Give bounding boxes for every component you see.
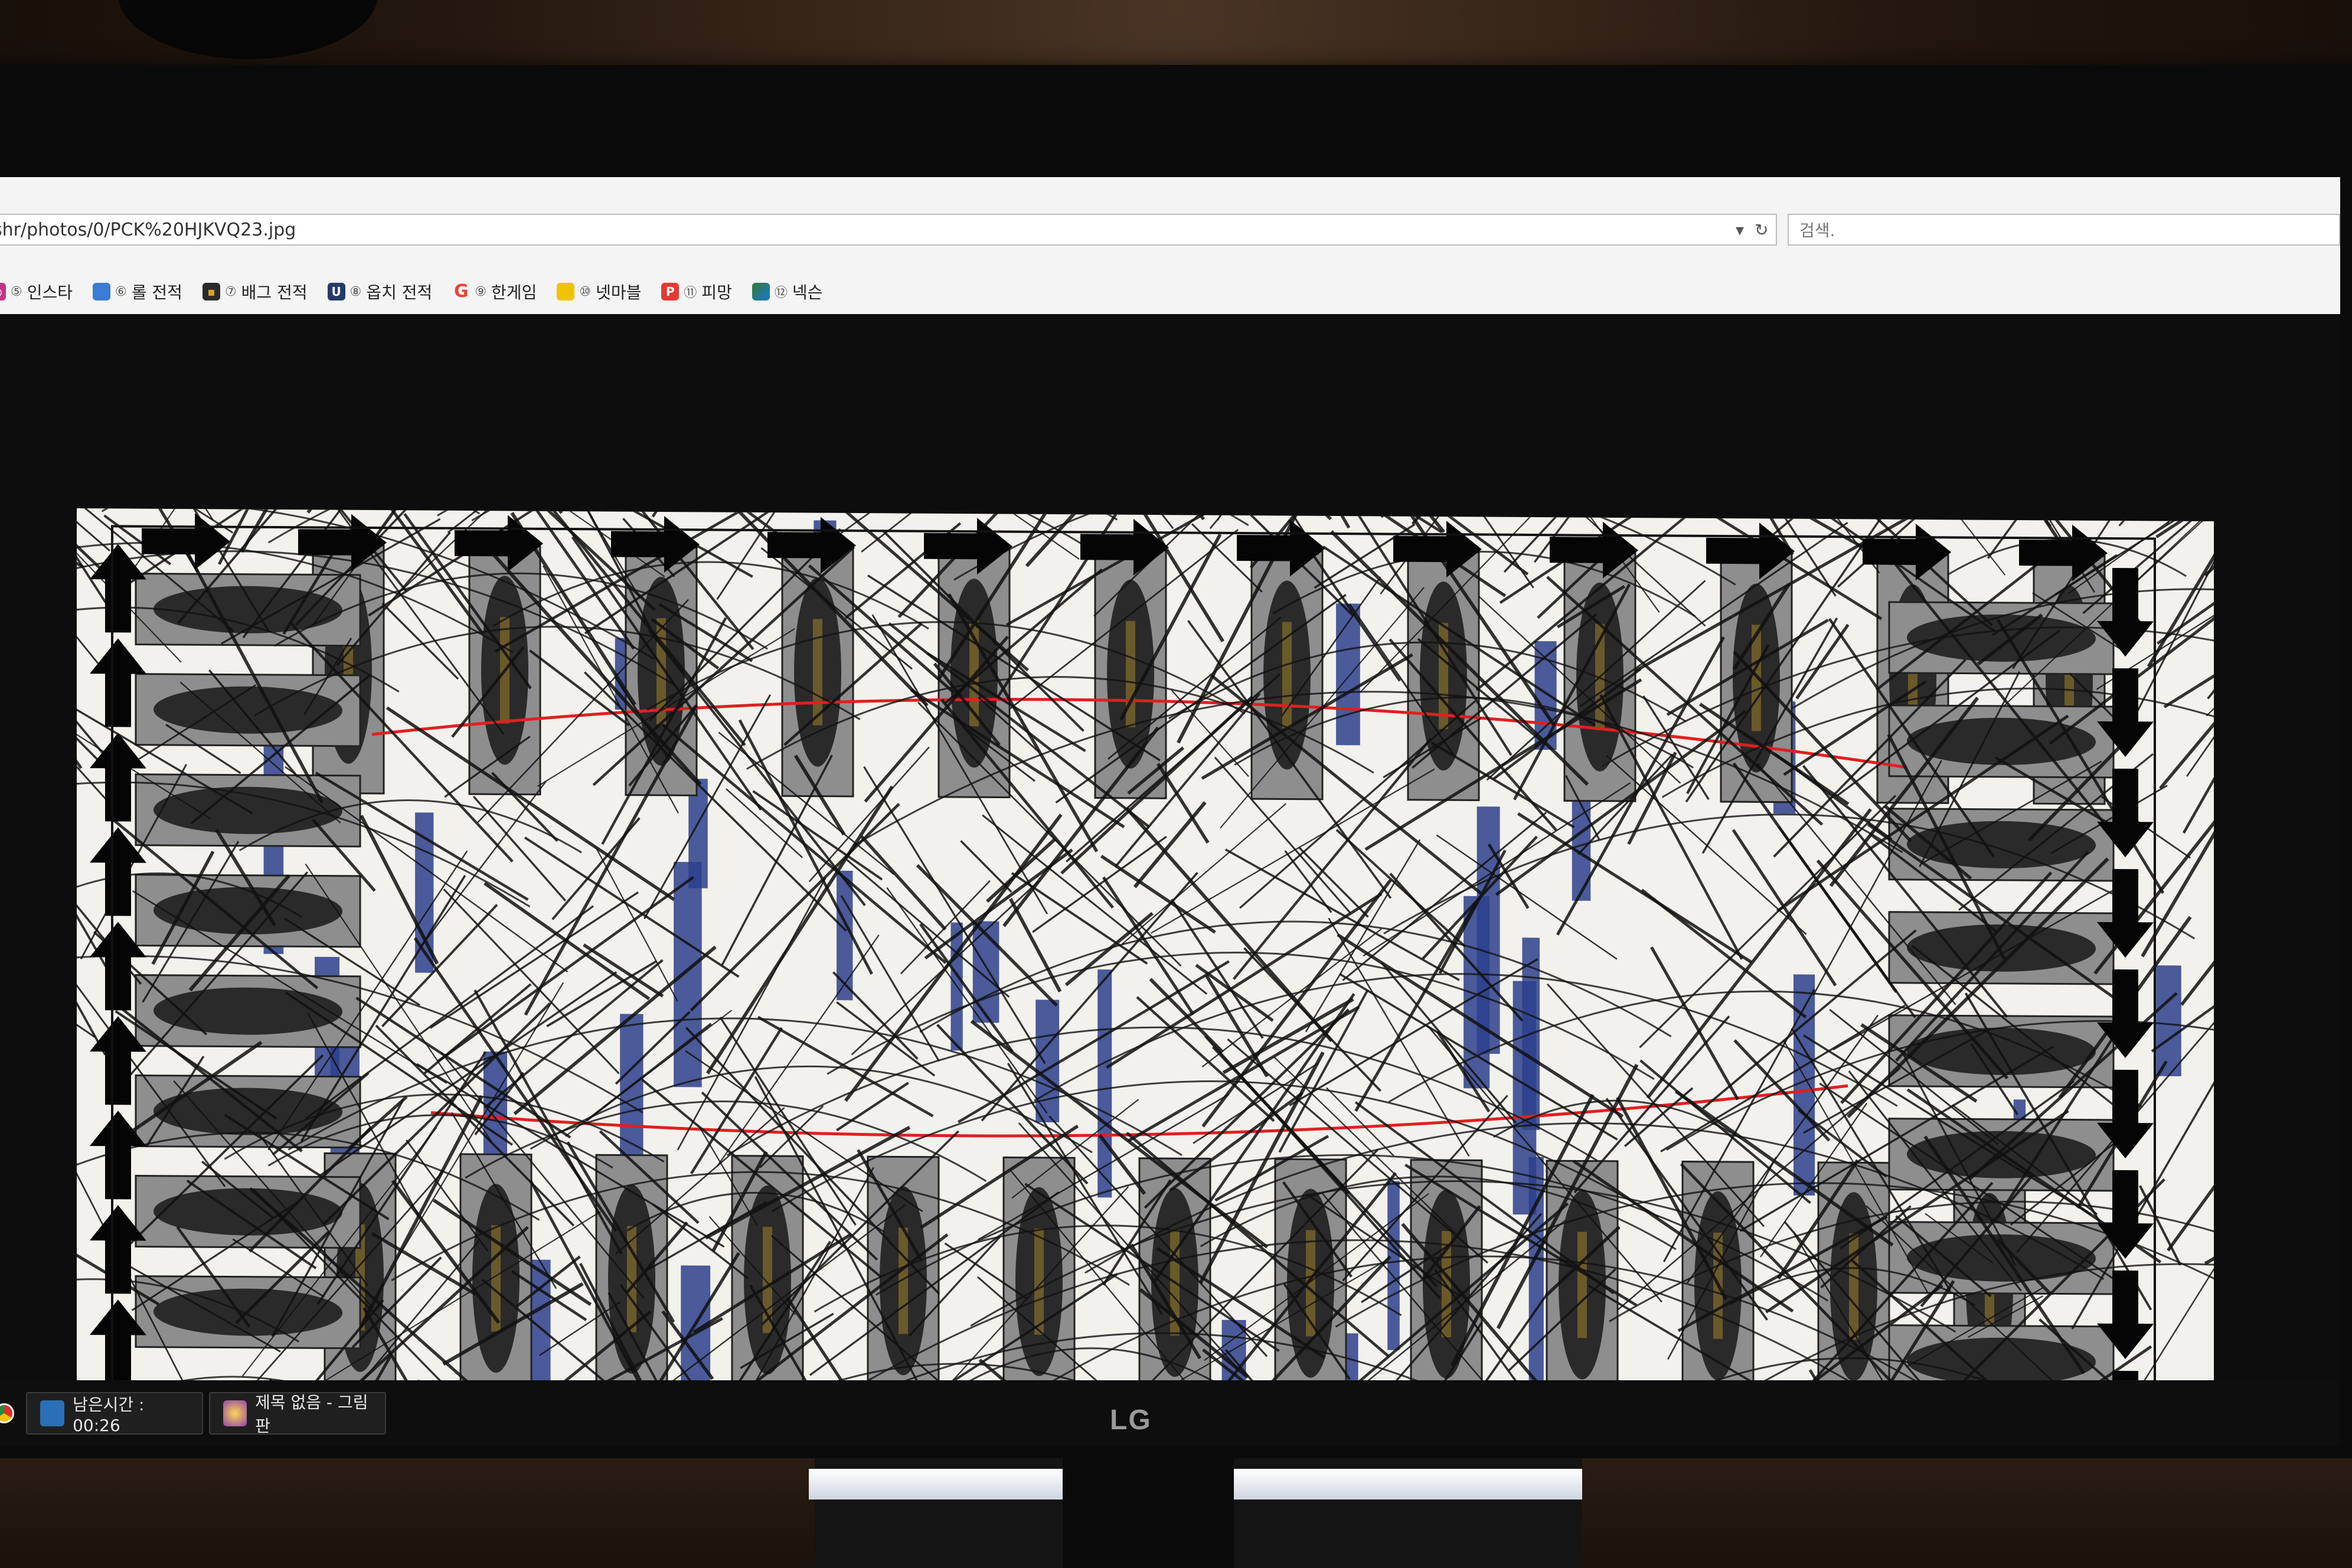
paint-app-icon bbox=[223, 1400, 247, 1426]
instagram-icon: ◎ bbox=[0, 283, 6, 300]
scribble-stroke bbox=[836, 1082, 909, 1132]
blue-block bbox=[1336, 603, 1360, 746]
bookmark-overwatch[interactable]: U ⑧ 옵치 전적 bbox=[327, 280, 433, 303]
card-detail bbox=[1126, 620, 1135, 727]
blue-block bbox=[1387, 1181, 1400, 1350]
scribble-stroke bbox=[1642, 695, 1710, 800]
bookmark-number: ⑪ bbox=[684, 286, 697, 300]
bookmark-hangame[interactable]: G ⑨ 한게임 bbox=[452, 280, 537, 303]
scribble-stroke bbox=[2207, 626, 2214, 700]
scribble-stroke bbox=[690, 802, 900, 1012]
bookmark-netmarble[interactable]: ⑩ 넷마블 bbox=[557, 280, 641, 303]
browser-chrome: shr/photos/0/PCK%20HJKVQ23.jpg ▾ ↻ 검색. ◎… bbox=[0, 177, 2340, 315]
monitor-stand-neck bbox=[1063, 1458, 1234, 1568]
collage-drawing bbox=[77, 508, 2214, 1446]
bookmark-number: ⑦ bbox=[224, 284, 237, 299]
bookmark-lol[interactable]: ⑥ 롤 전적 bbox=[93, 280, 182, 303]
bookmark-label: 피망 bbox=[701, 283, 732, 302]
bookmark-label: 인스타 bbox=[27, 283, 73, 302]
page-area bbox=[0, 314, 2340, 1446]
card-detail bbox=[1849, 1233, 1858, 1340]
scribble-stroke bbox=[2163, 586, 2214, 708]
scribble-stroke bbox=[1168, 508, 1332, 521]
scribble-stroke bbox=[2155, 508, 2214, 538]
scribble-stroke bbox=[2206, 613, 2214, 717]
scribble-stroke bbox=[651, 508, 778, 518]
monitor-bezel: shr/photos/0/PCK%20HJKVQ23.jpg ▾ ↻ 검색. ◎… bbox=[0, 65, 2352, 1458]
monitor-screen: shr/photos/0/PCK%20HJKVQ23.jpg ▾ ↻ 검색. ◎… bbox=[0, 177, 2340, 1446]
google-icon: G bbox=[454, 281, 469, 302]
blue-block bbox=[2156, 965, 2181, 1077]
scribble-stroke bbox=[1929, 508, 2052, 527]
scribble-stroke bbox=[1305, 839, 1421, 1033]
scribble-stroke bbox=[1186, 508, 1351, 529]
scribble-stroke bbox=[832, 971, 919, 1060]
scribble-stroke bbox=[2157, 532, 2214, 645]
top-right-arrow bbox=[142, 513, 230, 570]
bookmark-label: 배그 전적 bbox=[241, 283, 308, 302]
overwatch-icon: U bbox=[327, 283, 345, 300]
bookmarks-bar: ◎ ⑤ 인스타 ⑥ 롤 전적 ▪ ⑦ 배그 전적 U ⑧ 옵치 전적 bbox=[0, 277, 822, 306]
pubg-icon: ▪ bbox=[202, 283, 220, 300]
taskbar: 남은시간 : 00:26 제목 없음 - 그림판 bbox=[0, 1380, 2340, 1446]
timer-label: 남은시간 : 00:26 bbox=[73, 1394, 145, 1435]
bookmark-number: ⑧ bbox=[349, 284, 362, 299]
chevron-down-icon[interactable]: ▾ bbox=[1736, 220, 1744, 240]
chrome-icon[interactable] bbox=[0, 1403, 14, 1423]
url-bar[interactable]: shr/photos/0/PCK%20HJKVQ23.jpg bbox=[0, 214, 1777, 246]
scribble-stroke bbox=[1100, 854, 1216, 934]
scribble-stroke bbox=[420, 780, 547, 948]
scribble-stroke bbox=[77, 508, 109, 676]
scribble-stroke bbox=[381, 602, 459, 680]
scribble-stroke bbox=[2186, 508, 2214, 777]
scribble-stroke bbox=[77, 508, 104, 572]
reload-icon[interactable]: ↻ bbox=[1755, 220, 1768, 240]
scribble-stroke bbox=[1284, 850, 1332, 913]
arrow-shape bbox=[142, 513, 230, 570]
bookmark-label: 넷마블 bbox=[596, 283, 642, 302]
bookmark-label: 롤 전적 bbox=[131, 283, 182, 302]
blue-block bbox=[674, 862, 702, 1087]
scribble-stroke bbox=[1335, 829, 1466, 948]
nexon-icon bbox=[752, 283, 770, 300]
url-text: shr/photos/0/PCK%20HJKVQ23.jpg bbox=[0, 219, 296, 240]
bookmark-number: ⑨ bbox=[475, 284, 487, 299]
scribble-stroke bbox=[1195, 963, 1274, 1022]
netmarble-icon bbox=[557, 283, 575, 300]
scribble-stroke bbox=[836, 1001, 936, 1077]
taskbar-timer-button[interactable]: 남은시간 : 00:26 bbox=[26, 1392, 203, 1435]
scribble-stroke bbox=[1517, 812, 1753, 964]
bookmark-instagram[interactable]: ◎ ⑤ 인스타 bbox=[0, 280, 73, 303]
search-placeholder: 검색. bbox=[1799, 221, 1835, 240]
bookmark-number: ⑤ bbox=[11, 284, 22, 299]
bookmark-number: ⑫ bbox=[774, 286, 788, 300]
paint-label: 제목 없음 - 그림판 bbox=[255, 1393, 368, 1436]
collage-image[interactable] bbox=[77, 508, 2214, 1446]
bookmark-pmang[interactable]: P ⑪ 피망 bbox=[661, 280, 732, 303]
scribble-stroke bbox=[1205, 975, 1269, 1077]
taskbar-paint-button[interactable]: 제목 없음 - 그림판 bbox=[209, 1392, 386, 1436]
timer-app-icon bbox=[40, 1400, 65, 1426]
bookmark-label: 넥슨 bbox=[792, 283, 823, 302]
search-input[interactable]: 검색. bbox=[1788, 214, 2340, 246]
card-detail bbox=[1577, 1231, 1587, 1338]
scribble-stroke bbox=[1151, 508, 1384, 518]
url-tools: ▾ ↻ bbox=[1736, 214, 1769, 246]
scribble-stroke bbox=[1639, 795, 1897, 1048]
scribble-stroke bbox=[1074, 508, 1206, 521]
bookmark-nexon[interactable]: ⑫ 넥슨 bbox=[752, 280, 823, 303]
scribble-stroke bbox=[2165, 508, 2214, 525]
bookmark-pubg[interactable]: ▪ ⑦ 배그 전적 bbox=[202, 280, 308, 303]
monitor-brand-logo: LG bbox=[1110, 1404, 1152, 1436]
bookmark-number: ⑥ bbox=[115, 284, 127, 299]
card-detail bbox=[813, 619, 822, 726]
lol-icon bbox=[93, 283, 111, 300]
blue-block bbox=[1035, 999, 1060, 1123]
bookmark-label: 한게임 bbox=[491, 283, 537, 302]
bookmark-label: 옵치 전적 bbox=[366, 283, 433, 302]
scribble-stroke bbox=[721, 754, 833, 966]
pmang-icon: P bbox=[661, 283, 680, 300]
scribble-stroke bbox=[2204, 1079, 2214, 1265]
bookmark-number: ⑩ bbox=[579, 284, 592, 299]
